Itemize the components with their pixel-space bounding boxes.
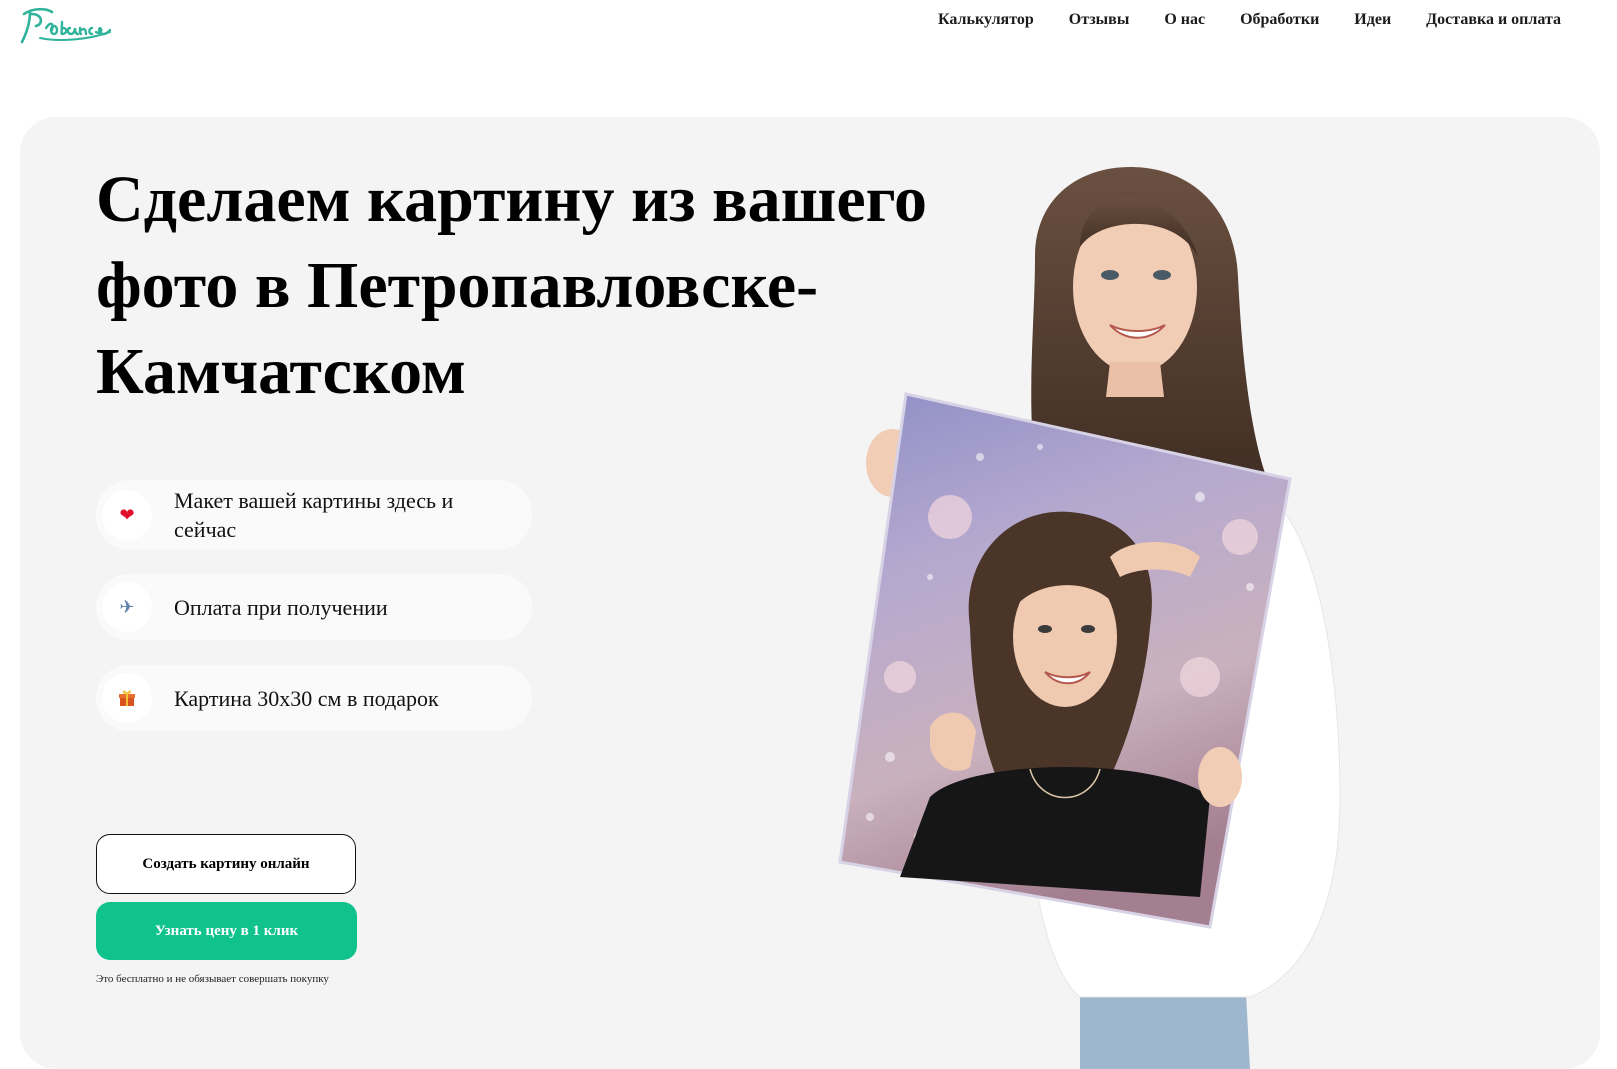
nav-processing[interactable]: Обработки [1240, 11, 1319, 29]
nav-about[interactable]: О нас [1164, 11, 1205, 29]
main-nav: Калькулятор Отзывы О нас Обработки Идеи … [903, 11, 1561, 29]
hero-section: Сделаем картину из вашего фото в Петропа… [20, 117, 1600, 1069]
nav-calculator[interactable]: Калькулятор [938, 11, 1034, 29]
feature-payment: ✈ Оплата при получении [96, 574, 532, 640]
disclaimer-note: Это бесплатно и не обязывает совершать п… [96, 973, 329, 985]
nav-reviews[interactable]: Отзывы [1069, 11, 1130, 29]
feature-text: Оплата при получении [174, 594, 388, 620]
nav-delivery[interactable]: Доставка и оплата [1426, 11, 1561, 29]
logo[interactable] [18, 2, 118, 48]
hero-photo [838, 167, 1341, 1069]
gift-icon [102, 673, 152, 723]
get-price-button[interactable]: Узнать цену в 1 клик [96, 902, 357, 960]
feature-gift: Картина 30x30 см в подарок [96, 665, 532, 731]
feature-text: Картина 30x30 см в подарок [174, 685, 439, 711]
feature-text: Макет вашей картины здесь и сейчас [174, 488, 454, 542]
create-painting-button[interactable]: Создать картину онлайн [96, 834, 356, 894]
airplane-icon: ✈ [102, 582, 152, 632]
feature-mockup: ❤ Макет вашей картины здесь и сейчас [96, 480, 532, 550]
header: Калькулятор Отзывы О нас Обработки Идеи … [0, 0, 1617, 60]
heart-icon: ❤ [102, 490, 152, 540]
nav-ideas[interactable]: Идеи [1354, 11, 1391, 29]
